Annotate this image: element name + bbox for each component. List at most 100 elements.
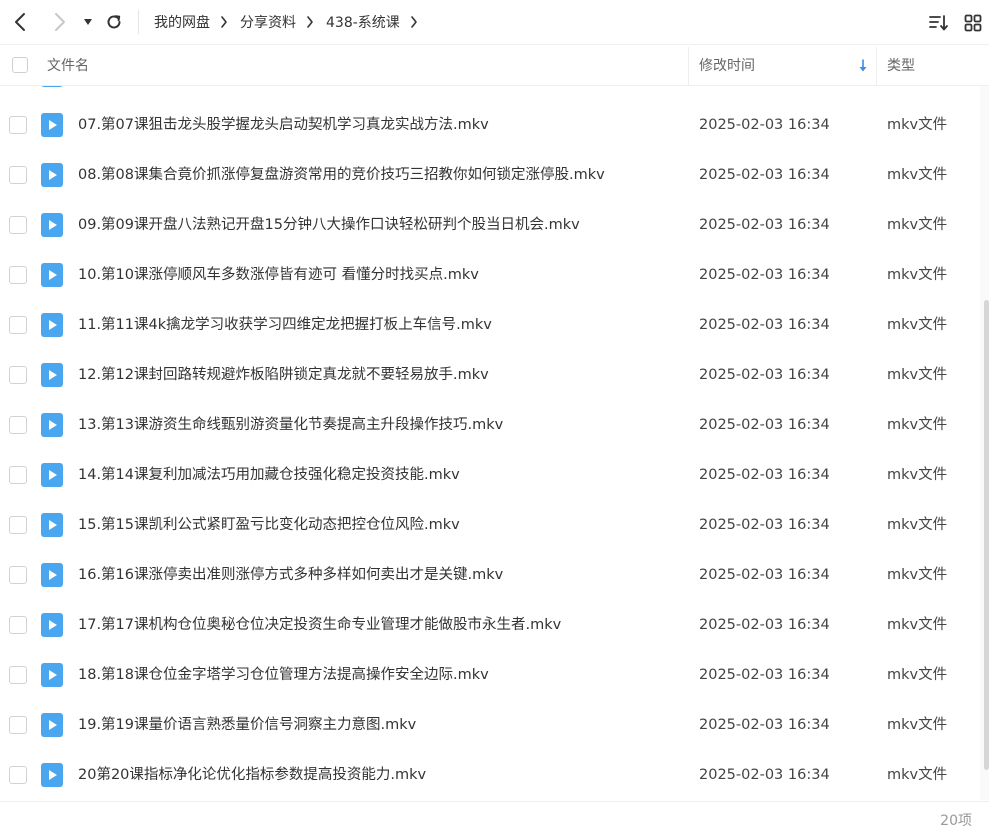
- file-name[interactable]: 08.第08课集合竟价抓涨停复盘游资常用的竞价技巧三招教你如何锁定涨停股.mkv: [78, 150, 605, 200]
- dropdown-triangle-icon: [84, 19, 92, 25]
- file-modified-time: 2025-02-03 16:34: [699, 617, 830, 633]
- file-modified-time: 2025-02-03 16:34: [699, 517, 830, 533]
- row-checkbox[interactable]: [9, 516, 27, 534]
- sort-button[interactable]: [928, 12, 950, 34]
- file-modified-time: 2025-02-03 16:34: [699, 417, 830, 433]
- breadcrumb-item-shared[interactable]: 分享资料: [240, 12, 296, 32]
- chevron-right-icon: [220, 16, 228, 28]
- file-type: mkv文件: [887, 767, 948, 783]
- select-all-checkbox[interactable]: [12, 57, 28, 73]
- video-file-icon: [41, 463, 63, 487]
- list-item[interactable]: 16.第16课涨停卖出准则涨停方式多种多样如何卖出才是关键.mkv 2025-02…: [0, 550, 980, 600]
- item-count: 20项: [940, 813, 972, 829]
- list-item[interactable]: 14.第14课复利加减法巧用加藏仓技强化稳定投资技能.mkv 2025-02-03…: [0, 450, 980, 500]
- list-item[interactable]: 08.第08课集合竟价抓涨停复盘游资常用的竞价技巧三招教你如何锁定涨停股.mkv…: [0, 150, 980, 200]
- row-checkbox[interactable]: [9, 416, 27, 434]
- list-item[interactable]: 10.第10课涨停顺风车多数涨停皆有迹可 看懂分时找买点.mkv 2025-02-…: [0, 250, 980, 300]
- refresh-icon: [107, 15, 121, 29]
- row-checkbox[interactable]: [9, 316, 27, 334]
- chevron-right-icon: [306, 16, 314, 28]
- chevron-left-icon: [15, 13, 25, 31]
- file-type: mkv文件: [887, 517, 948, 533]
- file-modified-time: 2025-02-03 16:34: [699, 167, 830, 183]
- list-item[interactable]: 07.第07课狙击龙头股学握龙头启动契机学习真龙实战方法.mkv 2025-02-…: [0, 100, 980, 150]
- column-divider[interactable]: [688, 47, 689, 85]
- file-modified-time: 2025-02-03 16:34: [699, 117, 830, 133]
- video-file-icon: [41, 363, 63, 387]
- row-checkbox[interactable]: [9, 666, 27, 684]
- file-name[interactable]: 11.第11课4k擒龙学习收获学习四维定龙把握打板上车信号.mkv: [78, 300, 492, 350]
- scrollbar-thumb[interactable]: [984, 300, 989, 770]
- column-header: 文件名 修改时间 类型: [0, 47, 989, 86]
- row-checkbox[interactable]: [9, 616, 27, 634]
- row-checkbox[interactable]: [9, 566, 27, 584]
- forward-button[interactable]: [48, 10, 72, 34]
- list-item[interactable]: 15.第15课凯利公式紧盯盈亏比变化动态把控仓位风险.mkv 2025-02-03…: [0, 500, 980, 550]
- file-modified-time: 2025-02-03 16:34: [699, 367, 830, 383]
- file-type: mkv文件: [887, 667, 948, 683]
- file-manager-window: 我的网盘 分享资料 438-系统课 文件名 修改时间 类型 07.第07课狙击龙…: [0, 0, 989, 833]
- row-checkbox[interactable]: [9, 166, 27, 184]
- refresh-button[interactable]: [102, 10, 126, 34]
- back-button[interactable]: [8, 10, 32, 34]
- file-name[interactable]: 16.第16课涨停卖出准则涨停方式多种多样如何卖出才是关键.mkv: [78, 550, 503, 600]
- file-modified-time: 2025-02-03 16:34: [699, 467, 830, 483]
- row-checkbox[interactable]: [9, 766, 27, 784]
- video-file-icon: [41, 86, 63, 87]
- column-time-header[interactable]: 修改时间: [699, 47, 755, 85]
- video-file-icon: [41, 213, 63, 237]
- list-item[interactable]: 09.第09课开盘八法熟记开盘15分钟八大操作口诀轻松研判个股当日机会.mkv 2…: [0, 200, 980, 250]
- file-list: 07.第07课狙击龙头股学握龙头启动契机学习真龙实战方法.mkv 2025-02-…: [0, 86, 980, 800]
- file-type: mkv文件: [887, 417, 948, 433]
- toolbar: 我的网盘 分享资料 438-系统课: [0, 0, 989, 45]
- video-file-icon: [41, 413, 63, 437]
- column-type-header[interactable]: 类型: [887, 47, 915, 85]
- column-divider[interactable]: [876, 47, 877, 85]
- file-name[interactable]: 10.第10课涨停顺风车多数涨停皆有迹可 看懂分时找买点.mkv: [78, 250, 479, 300]
- list-item-partial[interactable]: [0, 86, 980, 100]
- list-item[interactable]: 11.第11课4k擒龙学习收获学习四维定龙把握打板上车信号.mkv 2025-02…: [0, 300, 980, 350]
- history-dropdown-button[interactable]: [78, 10, 98, 34]
- row-checkbox[interactable]: [9, 216, 27, 234]
- file-type: mkv文件: [887, 467, 948, 483]
- file-type: mkv文件: [887, 167, 948, 183]
- row-checkbox[interactable]: [9, 116, 27, 134]
- file-modified-time: 2025-02-03 16:34: [699, 267, 830, 283]
- column-name-header[interactable]: 文件名: [47, 47, 89, 85]
- file-name[interactable]: 18.第18课仓位金字塔学习仓位管理方法提高操作安全边际.mkv: [78, 650, 489, 700]
- list-item[interactable]: 17.第17课机构仓位奥秘仓位决定投资生命专业管理才能做股市永生者.mkv 202…: [0, 600, 980, 650]
- file-modified-time: 2025-02-03 16:34: [699, 217, 830, 233]
- file-type: mkv文件: [887, 367, 948, 383]
- file-name[interactable]: 14.第14课复利加减法巧用加藏仓技强化稳定投资技能.mkv: [78, 450, 460, 500]
- file-name[interactable]: 20第20课指标净化论优化指标参数提高投资能力.mkv: [78, 750, 426, 800]
- file-type: mkv文件: [887, 267, 948, 283]
- file-modified-time: 2025-02-03 16:34: [699, 717, 830, 733]
- file-modified-time: 2025-02-03 16:34: [699, 317, 830, 333]
- row-checkbox[interactable]: [9, 716, 27, 734]
- row-checkbox[interactable]: [9, 466, 27, 484]
- video-file-icon: [41, 313, 63, 337]
- list-item[interactable]: 18.第18课仓位金字塔学习仓位管理方法提高操作安全边际.mkv 2025-02-…: [0, 650, 980, 700]
- file-name[interactable]: 15.第15课凯利公式紧盯盈亏比变化动态把控仓位风险.mkv: [78, 500, 460, 550]
- grid-view-icon: [964, 14, 982, 32]
- file-name[interactable]: 19.第19课量价语言熟悉量价信号洞察主力意图.mkv: [78, 700, 416, 750]
- row-checkbox[interactable]: [9, 266, 27, 284]
- file-modified-time: 2025-02-03 16:34: [699, 667, 830, 683]
- file-name[interactable]: 13.第13课游资生命线甄别游资量化节奏提高主升段操作技巧.mkv: [78, 400, 503, 450]
- list-item[interactable]: 12.第12课封回路转规避炸板陷阱锁定真龙就不要轻易放手.mkv 2025-02-…: [0, 350, 980, 400]
- file-name[interactable]: 09.第09课开盘八法熟记开盘15分钟八大操作口诀轻松研判个股当日机会.mkv: [78, 200, 580, 250]
- list-item[interactable]: 13.第13课游资生命线甄别游资量化节奏提高主升段操作技巧.mkv 2025-02…: [0, 400, 980, 450]
- breadcrumb-item-current[interactable]: 438-系统课: [326, 12, 400, 32]
- file-name[interactable]: 17.第17课机构仓位奥秘仓位决定投资生命专业管理才能做股市永生者.mkv: [78, 600, 561, 650]
- file-name[interactable]: 12.第12课封回路转规避炸板陷阱锁定真龙就不要轻易放手.mkv: [78, 350, 489, 400]
- video-file-icon: [41, 613, 63, 637]
- file-type: mkv文件: [887, 117, 948, 133]
- breadcrumb-item-root[interactable]: 我的网盘: [154, 12, 210, 32]
- list-item[interactable]: 19.第19课量价语言熟悉量价信号洞察主力意图.mkv 2025-02-03 16…: [0, 700, 980, 750]
- file-name[interactable]: 07.第07课狙击龙头股学握龙头启动契机学习真龙实战方法.mkv: [78, 100, 489, 150]
- view-mode-button[interactable]: [962, 12, 984, 34]
- sort-descending-icon[interactable]: [858, 59, 868, 73]
- video-file-icon: [41, 513, 63, 537]
- list-item[interactable]: 20第20课指标净化论优化指标参数提高投资能力.mkv 2025-02-03 16…: [0, 750, 980, 800]
- row-checkbox[interactable]: [9, 366, 27, 384]
